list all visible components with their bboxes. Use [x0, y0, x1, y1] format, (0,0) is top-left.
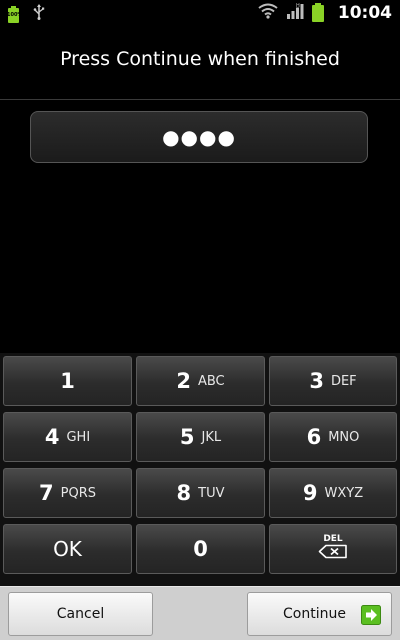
- key-digit: 3: [309, 369, 324, 393]
- key-letters: ABC: [197, 373, 225, 389]
- key-digit: 9: [302, 481, 318, 505]
- arrow-right-icon: [361, 605, 381, 625]
- pin-input-field[interactable]: ●●●●: [30, 111, 368, 163]
- delete-key-content: DEL: [318, 535, 348, 563]
- key-0[interactable]: 0: [136, 524, 265, 574]
- battery-icon: 100%: [7, 5, 23, 23]
- prompt-text: Press Continue when finished: [60, 48, 340, 70]
- backspace-icon: [318, 544, 348, 563]
- key-digit: 4: [44, 425, 60, 449]
- bottom-action-bar: Cancel Continue: [0, 586, 400, 640]
- key-letters: JKL: [201, 429, 222, 445]
- key-6[interactable]: 6 MNO: [269, 412, 397, 462]
- key-letters: WXYZ: [324, 485, 364, 501]
- divider: [0, 99, 400, 100]
- key-7[interactable]: 7 PQRS: [3, 468, 132, 518]
- status-time: 10:04: [337, 2, 392, 23]
- key-5[interactable]: 5 JKL: [136, 412, 265, 462]
- battery-icon: [311, 3, 324, 22]
- key-letters: PQRS: [60, 485, 96, 501]
- key-digit: 6: [306, 425, 322, 449]
- cancel-button-label: Cancel: [56, 606, 105, 622]
- signal-icon: H: [286, 2, 304, 23]
- continue-button-label: Continue: [283, 606, 346, 622]
- usb-icon: [33, 4, 45, 24]
- key-digit: 0: [193, 537, 208, 561]
- continue-button[interactable]: Continue: [247, 592, 392, 636]
- key-2[interactable]: 2 ABC: [136, 356, 265, 406]
- ok-key[interactable]: OK: [3, 524, 132, 574]
- status-right-icons: H 10:04: [258, 2, 392, 23]
- svg-text:H: H: [296, 3, 300, 9]
- battery-percent-label: 100%: [7, 11, 23, 18]
- ok-label: OK: [53, 537, 82, 561]
- pin-entry-screen: 100% H 10:04 Press Continue when finishe…: [0, 0, 400, 640]
- key-8[interactable]: 8 TUV: [136, 468, 265, 518]
- status-left-icons: 100%: [7, 4, 45, 24]
- pin-masked-value: ●●●●: [162, 125, 236, 149]
- key-digit: 8: [176, 481, 192, 505]
- key-letters: GHI: [66, 429, 91, 445]
- delete-key[interactable]: DEL: [269, 524, 397, 574]
- key-digit: 1: [60, 369, 75, 393]
- key-letters: DEF: [330, 373, 357, 389]
- numeric-keypad: 1 2 ABC 3 DEF 4 GHI 5 JKL 6 MNO 7 PQRS 8…: [0, 353, 400, 586]
- key-letters: TUV: [198, 485, 225, 501]
- delete-label: DEL: [323, 534, 343, 544]
- key-3[interactable]: 3 DEF: [269, 356, 397, 406]
- wifi-icon: [258, 3, 278, 23]
- key-digit: 7: [39, 481, 54, 505]
- cancel-button[interactable]: Cancel: [8, 592, 153, 636]
- key-1[interactable]: 1: [3, 356, 132, 406]
- key-letters: MNO: [328, 429, 360, 445]
- key-digit: 5: [179, 425, 195, 449]
- status-bar: 100% H 10:04: [0, 0, 400, 25]
- key-4[interactable]: 4 GHI: [3, 412, 132, 462]
- key-digit: 2: [176, 369, 191, 393]
- key-9[interactable]: 9 WXYZ: [269, 468, 397, 518]
